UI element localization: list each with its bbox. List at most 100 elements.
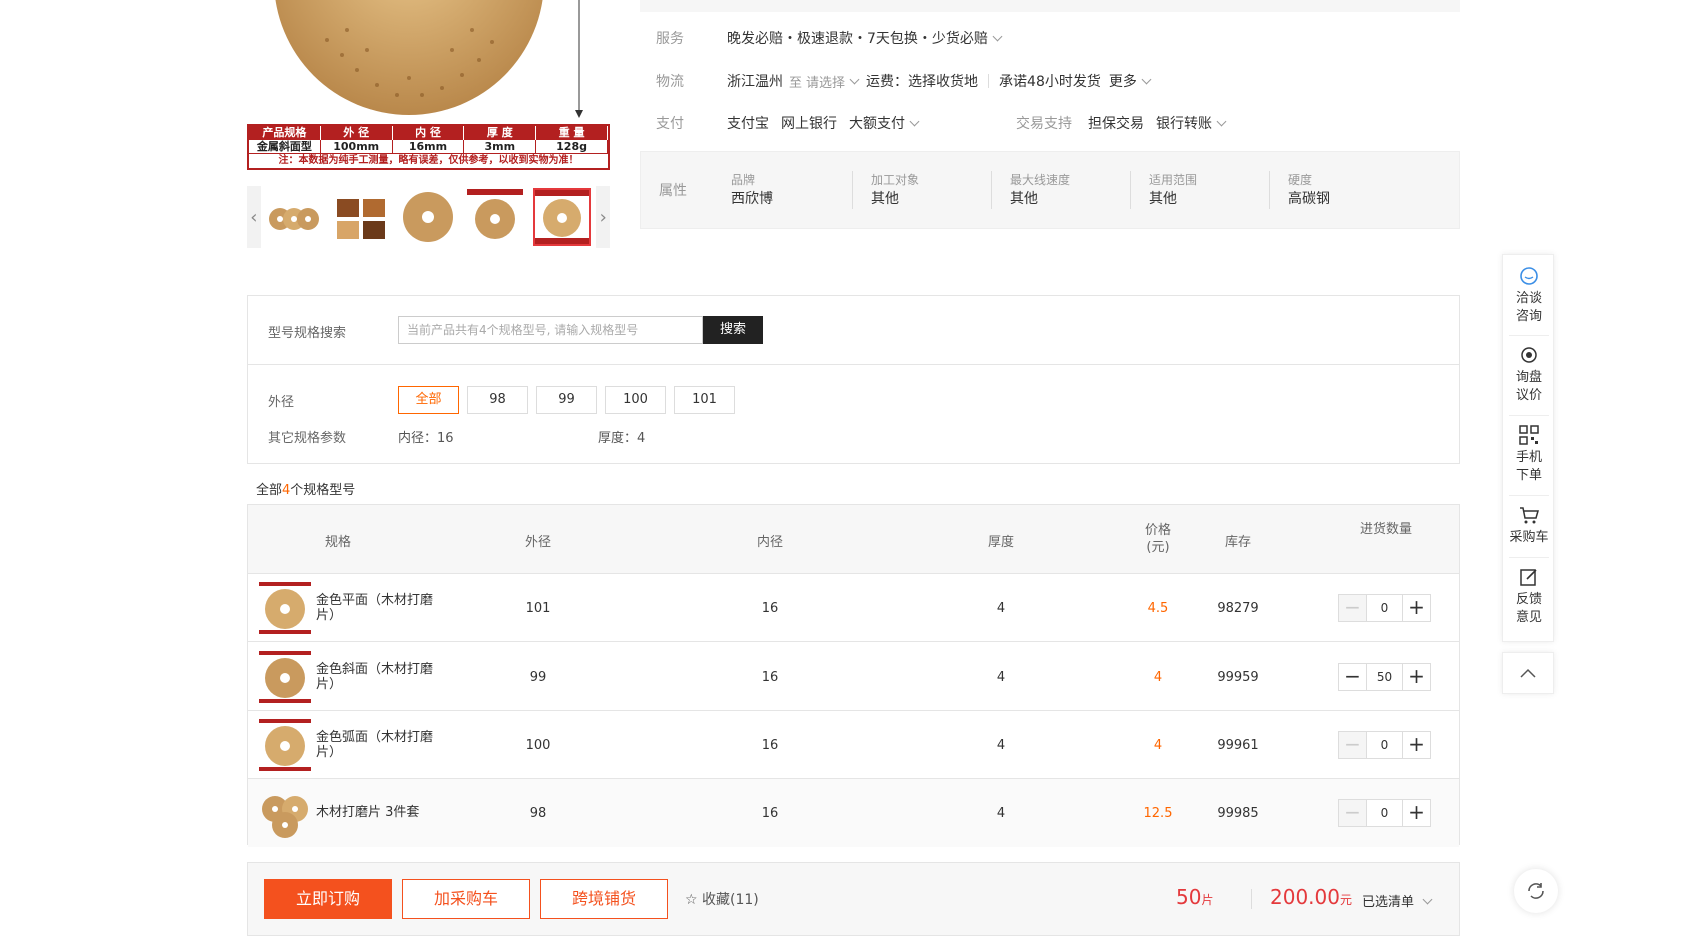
- feedback-button[interactable]: 反馈意见: [1503, 566, 1555, 627]
- plus-icon[interactable]: +: [1403, 800, 1430, 826]
- cart-button[interactable]: 采购车: [1503, 504, 1555, 547]
- order-now-button[interactable]: 立即订购: [264, 879, 392, 919]
- more-link[interactable]: 更多: [1109, 71, 1137, 91]
- minus-icon[interactable]: −: [1339, 664, 1366, 690]
- plus-icon[interactable]: +: [1403, 664, 1430, 690]
- quantity-input[interactable]: 50: [1366, 664, 1403, 690]
- cell-thick: 4: [996, 669, 1006, 685]
- thumb-prev-icon[interactable]: ‹: [247, 186, 261, 248]
- quantity-stepper: − 0 +: [1338, 731, 1431, 759]
- thumbnail-active[interactable]: [533, 188, 592, 246]
- disc-set-thumb-icon: [269, 208, 320, 230]
- selected-list-label: 已选清单: [1362, 895, 1415, 910]
- refresh-button[interactable]: [1514, 869, 1558, 913]
- diameter-option[interactable]: 101: [674, 386, 735, 414]
- plus-icon[interactable]: +: [1403, 595, 1430, 621]
- quantity-stepper: − 0 +: [1338, 799, 1431, 827]
- product-name: 木材打磨片 3件套: [316, 805, 420, 820]
- selected-list-toggle[interactable]: 已选清单: [1362, 891, 1439, 910]
- quantity-input[interactable]: 0: [1366, 800, 1403, 826]
- spec-value: 100mm: [320, 140, 393, 154]
- inquiry-label: 询盘议价: [1515, 370, 1542, 403]
- divider: [988, 74, 990, 88]
- destination-select[interactable]: 请选择: [806, 72, 845, 91]
- minus-icon[interactable]: −: [1339, 595, 1366, 621]
- sku-table: 规格 外径 内径 厚度 价格 (元) 库存 进货数量 金色平面（木材打磨片） 1…: [247, 504, 1460, 847]
- diameter-option[interactable]: 98: [467, 386, 528, 414]
- ship-promise: 承诺48小时发货: [999, 74, 1101, 90]
- inner-diameter-value: 内径：16: [398, 431, 454, 446]
- col-thick: 厚度: [987, 535, 1014, 550]
- payment-large[interactable]: 大额支付: [849, 113, 905, 133]
- consult-button[interactable]: 洽谈咨询: [1503, 265, 1555, 326]
- spec-header: 厚 度: [464, 126, 537, 140]
- favorite-button[interactable]: ☆ 收藏(11): [685, 889, 759, 909]
- origin-city: 浙江温州: [727, 74, 783, 90]
- col-inner: 内径: [756, 535, 783, 550]
- payment-label: 支付: [656, 116, 684, 132]
- cell-thick: 4: [996, 737, 1006, 753]
- diameter-option[interactable]: 99: [536, 386, 597, 414]
- thumbnail[interactable]: [333, 188, 390, 246]
- thumbnail[interactable]: [466, 188, 523, 246]
- attribute-value: 其他: [1010, 191, 1038, 207]
- total-quantity-unit: 片: [1201, 893, 1214, 907]
- search-button[interactable]: 搜索: [703, 316, 763, 344]
- cell-thick: 4: [996, 600, 1006, 616]
- cart-icon: [1520, 507, 1539, 524]
- thickness-value: 厚度：4: [598, 431, 646, 446]
- trade-transfer[interactable]: 银行转账: [1156, 113, 1212, 133]
- cross-border-button[interactable]: 跨境铺货: [540, 879, 668, 919]
- floating-toolbar: 洽谈咨询 询盘议价 手机下单 采购车 反馈意见: [1502, 254, 1554, 642]
- spec-search-input[interactable]: 当前产品共有4个规格型号, 请输入规格型号: [398, 316, 703, 344]
- mobile-order-button[interactable]: 手机下单: [1503, 424, 1555, 485]
- attribute-key: 硬度: [1288, 173, 1313, 187]
- main-product-image: 产品规格 外 径 内 径 厚 度 重 量 金属斜面型 100mm 16mm 3m…: [247, 0, 610, 170]
- plus-icon[interactable]: +: [1403, 732, 1430, 758]
- product-name: 金色弧面（木材打磨片）: [316, 730, 434, 760]
- inquiry-button[interactable]: 询盘议价: [1503, 344, 1555, 405]
- diameter-option-all[interactable]: 全部: [398, 386, 459, 414]
- minus-icon[interactable]: −: [1339, 732, 1366, 758]
- payment-alipay: 支付宝: [727, 116, 769, 132]
- cell-stock: 99961: [1217, 737, 1259, 753]
- other-params-label: 其它规格参数: [268, 431, 347, 446]
- cell-inner: 16: [761, 805, 779, 821]
- attribute-value: 其他: [871, 191, 899, 207]
- search-label: 型号规格搜索: [268, 326, 347, 341]
- freight-text[interactable]: 运费：选择收货地: [866, 71, 978, 91]
- cart-label: 采购车: [1509, 530, 1549, 545]
- attribute-item: 最大线速度 其他: [991, 171, 1130, 209]
- spec-value: 16mm: [392, 140, 465, 154]
- chevron-down-icon[interactable]: [992, 31, 1003, 42]
- cell-stock: 99959: [1217, 669, 1259, 685]
- thumbnail[interactable]: [400, 188, 457, 246]
- spec-header: 重 量: [536, 126, 608, 140]
- chevron-down-icon[interactable]: [1141, 74, 1152, 85]
- diameter-option[interactable]: 100: [605, 386, 666, 414]
- table-row: 金色斜面（木材打磨片） 99 16 4 4 99959 − 50 +: [248, 643, 1459, 711]
- attribute-value: 高碳钢: [1288, 191, 1330, 207]
- consult-label: 洽谈咨询: [1515, 291, 1542, 324]
- thumb-next-icon[interactable]: ›: [596, 186, 611, 248]
- add-cart-button[interactable]: 加采购车: [402, 879, 530, 919]
- spec-header: 内 径: [392, 126, 465, 140]
- chevron-down-icon[interactable]: [909, 116, 920, 127]
- quantity-input[interactable]: 0: [1366, 595, 1403, 621]
- service-panel-top: [640, 0, 1460, 12]
- chevron-down-icon[interactable]: [849, 74, 860, 85]
- minus-icon[interactable]: −: [1339, 800, 1366, 826]
- quantity-input[interactable]: 0: [1366, 732, 1403, 758]
- thumbnail[interactable]: [266, 188, 323, 246]
- total-amount-unit: 元: [1339, 893, 1352, 907]
- logistics-label: 物流: [656, 74, 684, 90]
- divider: [1509, 495, 1549, 496]
- cell-outer: 98: [529, 805, 547, 821]
- chevron-down-icon[interactable]: [1216, 116, 1227, 127]
- product-thumb-icon: [259, 582, 311, 634]
- cell-price: 4: [1153, 669, 1163, 685]
- back-to-top-button[interactable]: [1502, 652, 1554, 694]
- cell-price: 12.5: [1143, 805, 1173, 821]
- table-row: 金色弧面（木材打磨片） 100 16 4 4 99961 − 0 +: [248, 711, 1459, 779]
- quantity-stepper: − 0 +: [1338, 594, 1431, 622]
